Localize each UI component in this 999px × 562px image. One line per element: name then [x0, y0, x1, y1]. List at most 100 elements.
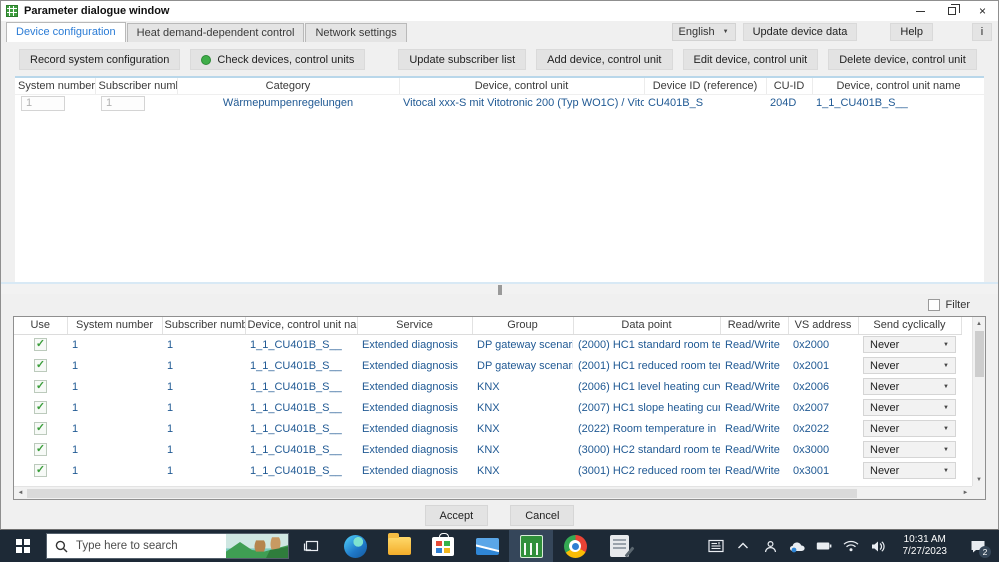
volume-icon[interactable] [870, 538, 887, 555]
taskbar-clock[interactable]: 10:31 AM 7/27/2023 [897, 534, 954, 558]
taskbar-app-edge[interactable] [333, 530, 377, 562]
toolbar: Record system configuration Check device… [1, 42, 998, 76]
device-name-cell: 1_1_CU401B_S__ [250, 359, 342, 372]
record-system-configuration-button[interactable]: Record system configuration [19, 49, 181, 70]
send-cyclically-select[interactable]: Never ▼ [863, 336, 956, 354]
subscriber-number-cell: 1 [167, 422, 174, 435]
chevron-down-icon: ▼ [943, 467, 949, 474]
check-devices-label: Check devices, control units [217, 53, 355, 66]
update-subscriber-list-button[interactable]: Update subscriber list [398, 49, 527, 70]
minimize-button[interactable] [905, 1, 936, 21]
group-cell: KNX [477, 401, 500, 414]
col-data-point: Data point [573, 317, 721, 335]
send-cyclically-select[interactable]: Never ▼ [863, 462, 956, 479]
use-checkbox[interactable]: ✓ [34, 464, 47, 477]
help-button[interactable]: Help [890, 23, 933, 41]
send-cyclically-select[interactable]: Never ▼ [863, 420, 956, 437]
check-devices-button[interactable]: Check devices, control units [190, 49, 366, 70]
service-cell: Extended diagnosis [362, 359, 459, 372]
task-view-button[interactable] [289, 530, 333, 562]
add-device-button[interactable]: Add device, control unit [536, 49, 673, 70]
taskbar-app-mail[interactable] [465, 530, 509, 562]
restore-icon [947, 4, 960, 15]
col-category: Category [177, 78, 400, 95]
vs-address-cell: 0x3001 [793, 464, 830, 477]
vs-address-cell: 0x3000 [793, 443, 830, 456]
taskbar-app-parameter-tool[interactable] [509, 530, 553, 562]
update-device-data-button[interactable]: Update device data [742, 23, 858, 41]
col-service: Service [357, 317, 473, 335]
wifi-icon[interactable] [843, 538, 860, 555]
send-cyclically-select[interactable]: Never ▼ [863, 357, 956, 374]
user-session-icon[interactable] [762, 538, 779, 555]
status-dot-icon [201, 54, 212, 65]
taskbar-app-store[interactable] [421, 530, 465, 562]
group-cell: KNX [477, 422, 500, 435]
filter-checkbox[interactable] [927, 299, 940, 311]
send-cyclically-select[interactable]: Never ▼ [863, 399, 956, 416]
tab-device-configuration[interactable]: Device configuration [6, 22, 126, 42]
taskbar-app-chrome[interactable] [553, 530, 597, 562]
col-device-id: Device ID (reference) [644, 78, 767, 95]
use-checkbox[interactable]: ✓ [34, 380, 47, 393]
cancel-button[interactable]: Cancel [510, 505, 575, 526]
taskbar-search[interactable]: Type here to search [46, 533, 289, 559]
close-button[interactable]: × [967, 1, 998, 21]
send-cyclically-value: Never [870, 401, 900, 414]
show-hidden-icons-button[interactable] [735, 538, 752, 555]
subscriber-number-input[interactable]: 1 [101, 95, 145, 111]
chrome-icon [563, 534, 587, 558]
subscriber-number-cell: 1 [167, 359, 174, 372]
data-point-cell: (2000) HC1 standard room tempe... [578, 338, 720, 351]
news-widget-icon[interactable] [708, 538, 725, 555]
vertical-scroll-thumb[interactable] [975, 331, 984, 377]
delete-device-button[interactable]: Delete device, control unit [828, 49, 977, 70]
scroll-up-icon[interactable]: ▲ [973, 317, 985, 330]
start-button[interactable] [0, 530, 46, 562]
send-cyclically-select[interactable]: Never ▼ [863, 441, 956, 458]
tab-network-settings[interactable]: Network settings [305, 23, 407, 42]
clock-date: 7/27/2023 [902, 546, 948, 557]
use-checkbox[interactable]: ✓ [34, 422, 47, 435]
accept-button[interactable]: Accept [424, 505, 489, 526]
service-cell: Extended diagnosis [362, 443, 459, 456]
info-button[interactable]: i [972, 23, 992, 41]
window-title: Parameter dialogue window [24, 5, 170, 17]
use-checkbox[interactable]: ✓ [34, 443, 47, 456]
col-subscriber-number: Subscriber number [95, 78, 178, 95]
screen: Parameter dialogue window × Device confi… [0, 0, 999, 562]
task-view-icon [303, 540, 319, 552]
language-select[interactable]: English ▼ [671, 23, 736, 41]
use-checkbox[interactable]: ✓ [34, 338, 47, 352]
parameter-table: Use System number Subscriber number Devi… [14, 317, 962, 481]
scroll-right-icon[interactable]: ► [959, 487, 972, 499]
scroll-left-icon[interactable]: ◄ [14, 487, 27, 499]
device-name-cell: 1_1_CU401B_S__ [250, 401, 342, 414]
notification-center-button[interactable]: 2 [963, 530, 993, 562]
battery-icon[interactable] [816, 538, 833, 555]
send-cyclically-select[interactable]: Never ▼ [863, 378, 956, 395]
filter-row: Filter [1, 294, 998, 316]
taskbar-app-notes[interactable] [597, 530, 641, 562]
splitter-grip-icon[interactable] [498, 285, 502, 295]
use-checkbox[interactable]: ✓ [34, 401, 47, 414]
edit-device-button[interactable]: Edit device, control unit [682, 49, 819, 70]
horizontal-scroll-thumb[interactable] [27, 489, 857, 498]
subscriber-number-cell: 1 [167, 401, 174, 414]
tab-heat-demand-control[interactable]: Heat demand-dependent control [126, 23, 305, 42]
taskbar-app-file-explorer[interactable] [377, 530, 421, 562]
device-id-value: CU401B_S [648, 97, 704, 110]
restore-button[interactable] [936, 1, 967, 21]
vertical-scrollbar[interactable]: ▲ ▼ [972, 317, 985, 486]
scroll-down-icon[interactable]: ▼ [973, 473, 985, 486]
system-number-input[interactable]: 1 [21, 95, 65, 111]
device-name-cell: 1_1_CU401B_S__ [250, 464, 342, 477]
check-icon: ✓ [35, 380, 46, 392]
send-cyclically-value: Never [870, 422, 900, 435]
use-checkbox[interactable]: ✓ [34, 359, 47, 372]
splitter[interactable] [1, 282, 998, 295]
horizontal-scrollbar[interactable]: ◄ ► [14, 486, 972, 499]
data-point-cell: (3001) HC2 reduced room temper... [578, 464, 720, 477]
data-point-cell: (2001) HC1 reduced room temper... [578, 359, 720, 372]
onedrive-cloud-icon[interactable] [789, 538, 806, 555]
